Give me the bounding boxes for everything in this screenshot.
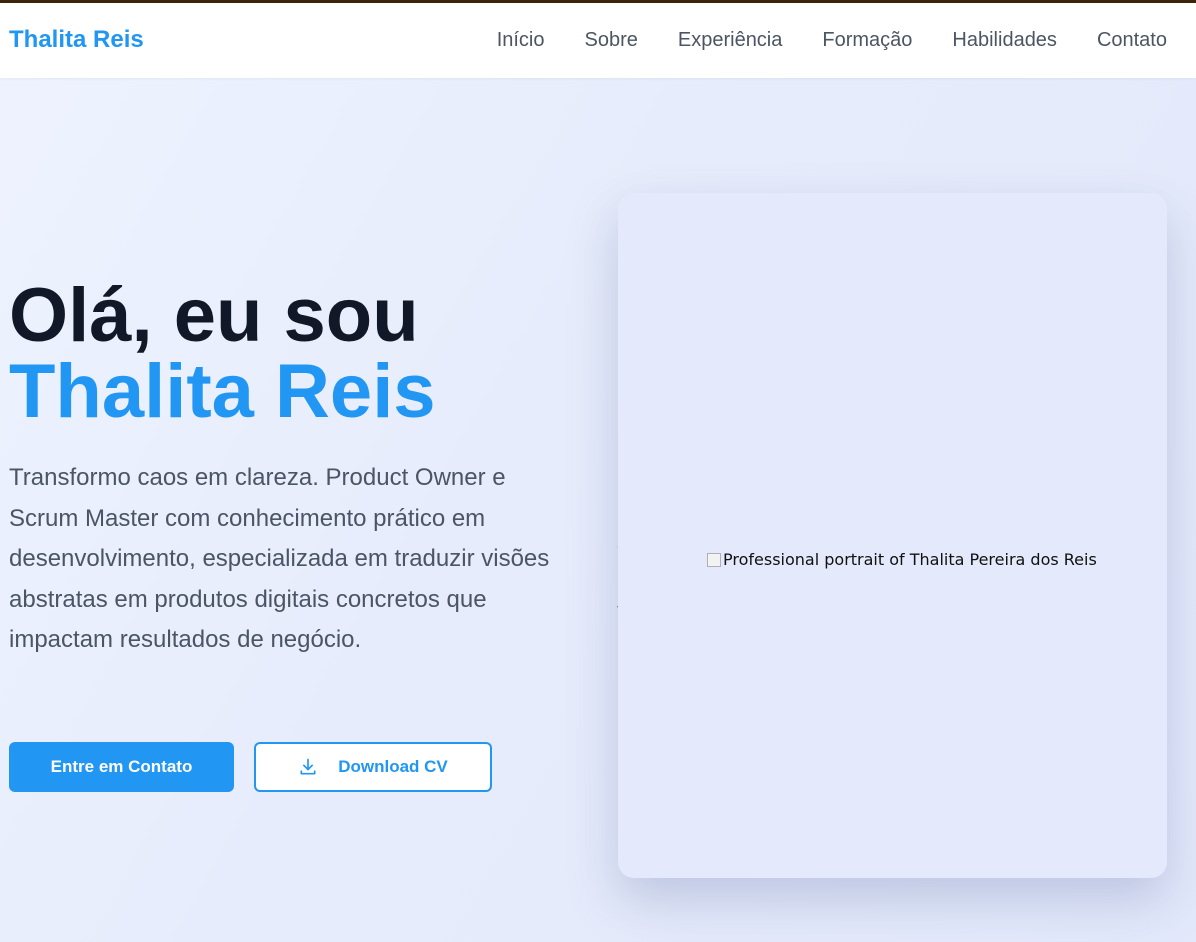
download-cv-label: Download CV xyxy=(338,757,448,776)
portrait-alt-text: Professional portrait of Thalita Pereira… xyxy=(723,550,1097,569)
hero-title: Olá, eu sou Thalita Reis xyxy=(9,278,436,430)
download-cv-button[interactable]: Download CV xyxy=(254,742,492,792)
nav-link-experiencia[interactable]: Experiência xyxy=(678,29,783,52)
nav-link-sobre[interactable]: Sobre xyxy=(585,29,638,52)
portrait-image: Professional portrait of Thalita Pereira… xyxy=(707,550,1097,569)
download-icon xyxy=(298,757,318,777)
hero-name: Thalita Reis xyxy=(9,349,436,434)
nav-link-contato[interactable]: Contato xyxy=(1097,29,1167,52)
hero-greeting: Olá, eu sou xyxy=(9,273,419,358)
nav-link-inicio[interactable]: Início xyxy=(497,29,545,52)
main-nav: Início Sobre Experiência Formação Habili… xyxy=(497,29,1167,52)
hero-description: Transformo caos em clareza. Product Owne… xyxy=(9,464,550,654)
portrait-card xyxy=(618,193,1167,878)
brand-logo[interactable]: Thalita Reis xyxy=(9,26,144,54)
broken-image-icon xyxy=(707,552,721,567)
contact-button[interactable]: Entre em Contato xyxy=(9,742,234,792)
nav-link-formacao[interactable]: Formação xyxy=(822,29,912,52)
nav-link-habilidades[interactable]: Habilidades xyxy=(952,29,1057,52)
navbar: Thalita Reis Início Sobre Experiência Fo… xyxy=(0,3,1196,78)
